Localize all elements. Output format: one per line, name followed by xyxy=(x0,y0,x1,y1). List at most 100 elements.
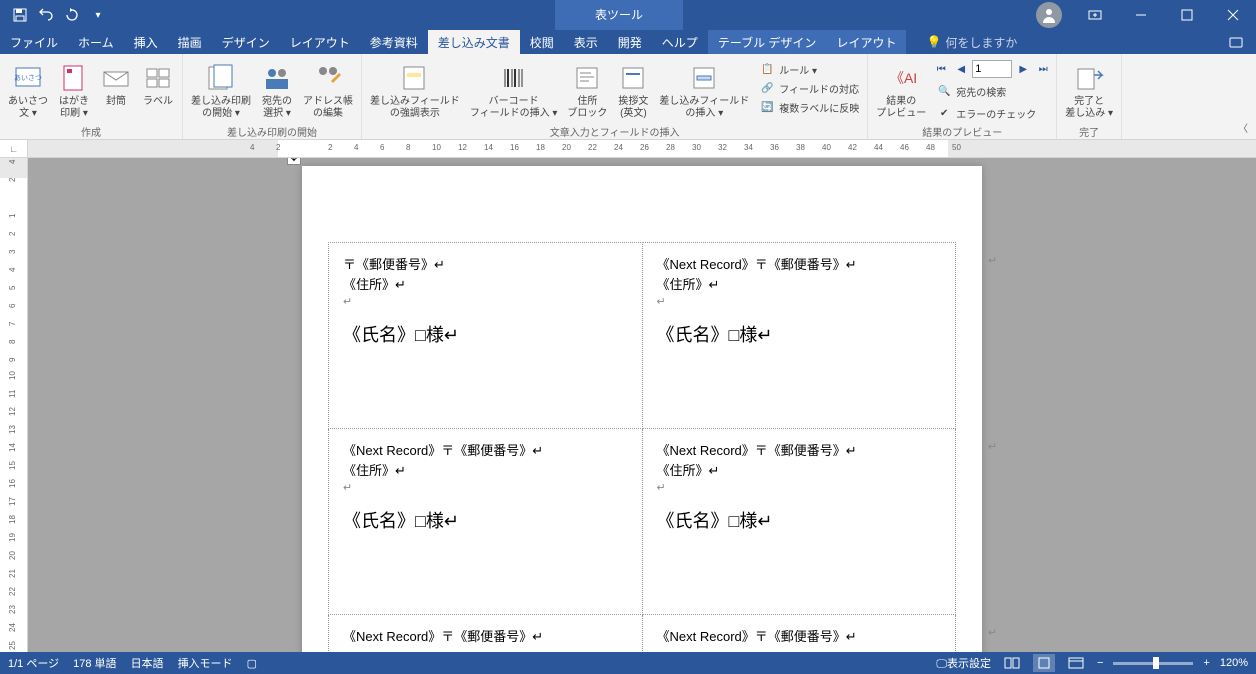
paragraph-mark: ↵ xyxy=(988,254,997,267)
tab-table-layout[interactable]: レイアウト xyxy=(826,30,906,54)
finish-merge-button[interactable]: 完了と 差し込み ▾ xyxy=(1061,60,1117,122)
record-number-input[interactable] xyxy=(972,60,1012,78)
group-label-preview: 結果のプレビュー xyxy=(872,122,1052,141)
maximize-button[interactable] xyxy=(1164,0,1210,30)
web-layout-button[interactable] xyxy=(1065,654,1087,672)
update-labels-button[interactable]: 🔄複数ラベルに反映 xyxy=(755,98,863,116)
zoom-in-button[interactable]: + xyxy=(1203,657,1209,669)
tab-review[interactable]: 校閲 xyxy=(520,30,564,54)
tab-layout[interactable]: レイアウト xyxy=(280,30,360,54)
tab-insert[interactable]: 挿入 xyxy=(124,30,168,54)
first-record-button[interactable]: ⏮ xyxy=(932,60,950,78)
tab-developer[interactable]: 開発 xyxy=(608,30,652,54)
insert-mode[interactable]: 挿入モード xyxy=(178,655,233,671)
workspace: 4212345678910111213141516171819202122232… xyxy=(0,158,1256,652)
finish-icon xyxy=(1073,62,1105,94)
label-cell[interactable]: 〒《郵便番号》↵ 《住所》↵ ↵ 《氏名》□様↵ xyxy=(329,243,643,429)
read-mode-button[interactable] xyxy=(1001,654,1023,672)
group-label-finish: 完了 xyxy=(1061,122,1117,141)
group-label-start: 差し込み印刷の開始 xyxy=(187,122,357,141)
barcode-field-button[interactable]: バーコード フィールドの挿入 ▾ xyxy=(466,60,562,122)
close-button[interactable] xyxy=(1210,0,1256,30)
ribbon-group-preview: 《ABC》結果の プレビュー ⏮ ◀ ▶ ⏭ 🔍宛先の検索 ✔エラーのチェック … xyxy=(868,54,1057,139)
tab-table-design[interactable]: テーブル デザイン xyxy=(708,30,827,54)
address-block-icon xyxy=(571,62,603,94)
tab-draw[interactable]: 描画 xyxy=(168,30,212,54)
tab-design[interactable]: デザイン xyxy=(212,30,280,54)
tab-mailings[interactable]: 差し込み文書 xyxy=(428,30,520,54)
prev-record-button[interactable]: ◀ xyxy=(952,60,970,78)
display-settings[interactable]: 🖵表示設定 xyxy=(936,655,991,671)
tab-references[interactable]: 参考資料 xyxy=(360,30,428,54)
print-layout-button[interactable] xyxy=(1033,654,1055,672)
ribbon-group-fields: 差し込みフィールド の強調表示 バーコード フィールドの挿入 ▾ 住所 ブロック… xyxy=(362,54,868,139)
titlebar: ▾ 文書 1 - Word 表ツール xyxy=(0,0,1256,30)
recipients-icon xyxy=(261,62,293,94)
horizontal-ruler[interactable]: 4224681012141618202224262830323436384042… xyxy=(28,140,1256,157)
start-merge-icon xyxy=(205,62,237,94)
label-icon xyxy=(142,62,174,94)
greeting-text-button[interactable]: あいさつあいさつ 文 ▾ xyxy=(4,60,52,122)
tell-me-search[interactable]: 💡 何をしますか xyxy=(926,34,1017,51)
user-avatar[interactable] xyxy=(1036,2,1062,28)
word-count[interactable]: 178 単語 xyxy=(73,655,116,671)
label-cell[interactable]: 《Next Record》〒《郵便番号》↵ 《住所》↵ ↵ 《氏名》□様↵ xyxy=(642,243,956,429)
find-recipient-button[interactable]: 🔍宛先の検索 xyxy=(932,82,1052,100)
zoom-out-button[interactable]: − xyxy=(1097,657,1103,669)
zoom-slider[interactable] xyxy=(1113,662,1193,665)
document-canvas[interactable]: ✥ 〒《郵便番号》↵ 《住所》↵ ↵ 《氏名》□様↵ 《Next Record》… xyxy=(28,158,1256,652)
select-recipients-button[interactable]: 宛先の 選択 ▾ xyxy=(257,60,297,122)
edit-recipients-button[interactable]: アドレス帳 の編集 xyxy=(299,60,357,122)
page-indicator[interactable]: 1/1 ページ xyxy=(8,655,59,671)
language-indicator[interactable]: 日本語 xyxy=(131,655,164,671)
lightbulb-icon: 💡 xyxy=(926,35,941,49)
match-icon: 🔗 xyxy=(759,80,775,96)
rules-button[interactable]: 📋ルール ▾ xyxy=(755,60,863,78)
label-cell[interactable]: 《Next Record》〒《郵便番号》↵ 《住所》↵ ↵ 《氏名》□様↵ xyxy=(642,429,956,615)
ribbon-display-button[interactable] xyxy=(1072,0,1118,30)
tab-file[interactable]: ファイル xyxy=(0,30,68,54)
address-block-button[interactable]: 住所 ブロック xyxy=(563,60,611,122)
envelope-icon xyxy=(100,62,132,94)
minimize-button[interactable] xyxy=(1118,0,1164,30)
qat-customize-button[interactable]: ▾ xyxy=(86,3,110,27)
envelope-button[interactable]: 封筒 xyxy=(96,60,136,110)
zoom-level[interactable]: 120% xyxy=(1220,657,1248,669)
start-merge-button[interactable]: 差し込み印刷 の開始 ▾ xyxy=(187,60,255,122)
next-record-button[interactable]: ▶ xyxy=(1014,60,1032,78)
label-cell[interactable]: 《Next Record》〒《郵便番号》↵ xyxy=(329,615,643,653)
insert-merge-field-button[interactable]: 差し込みフィールド の挿入 ▾ xyxy=(655,60,753,122)
ribbon: あいさつあいさつ 文 ▾ はがき 印刷 ▾ 封筒 ラベル 作成 差し込み印刷 の… xyxy=(0,54,1256,140)
record-navigation: ⏮ ◀ ▶ ⏭ xyxy=(932,60,1052,78)
svg-text:《ABC》: 《ABC》 xyxy=(890,70,916,86)
greeting-line-button[interactable]: 挨拶文 (英文) xyxy=(613,60,653,122)
tab-home[interactable]: ホーム xyxy=(68,30,124,54)
table-move-handle[interactable]: ✥ xyxy=(287,158,301,165)
menubar: ファイル ホーム 挿入 描画 デザイン レイアウト 参考資料 差し込み文書 校閲… xyxy=(0,30,1256,54)
collapse-ribbon-button[interactable]: 〈 xyxy=(1238,120,1248,135)
error-check-icon: ✔ xyxy=(936,105,952,121)
highlight-fields-button[interactable]: 差し込みフィールド の強調表示 xyxy=(366,60,464,122)
barcode-icon xyxy=(498,62,530,94)
share-button[interactable] xyxy=(1228,35,1244,49)
save-button[interactable] xyxy=(8,3,32,27)
tab-help[interactable]: ヘルプ xyxy=(652,30,708,54)
postcard-print-button[interactable]: はがき 印刷 ▾ xyxy=(54,60,94,122)
vertical-ruler[interactable]: 4212345678910111213141516171819202122232… xyxy=(0,158,28,652)
undo-button[interactable] xyxy=(34,3,58,27)
statusbar: 1/1 ページ 178 単語 日本語 挿入モード ▢ 🖵表示設定 − + 120… xyxy=(0,652,1256,674)
group-label-create: 作成 xyxy=(4,122,178,141)
check-errors-button[interactable]: ✔エラーのチェック xyxy=(932,104,1052,122)
window-controls xyxy=(1036,0,1256,30)
label-button[interactable]: ラベル xyxy=(138,60,178,110)
page: ✥ 〒《郵便番号》↵ 《住所》↵ ↵ 《氏名》□様↵ 《Next Record》… xyxy=(302,166,982,652)
ruler-corner[interactable]: ∟ xyxy=(0,140,28,157)
macro-recording-icon[interactable]: ▢ xyxy=(247,657,257,670)
last-record-button[interactable]: ⏭ xyxy=(1034,60,1052,78)
label-cell[interactable]: 《Next Record》〒《郵便番号》↵ 《住所》↵ ↵ 《氏名》□様↵ xyxy=(329,429,643,615)
label-cell[interactable]: 《Next Record》〒《郵便番号》↵ xyxy=(642,615,956,653)
redo-button[interactable] xyxy=(60,3,84,27)
match-fields-button[interactable]: 🔗フィールドの対応 xyxy=(755,79,863,97)
preview-results-button[interactable]: 《ABC》結果の プレビュー xyxy=(872,60,930,122)
tab-view[interactable]: 表示 xyxy=(564,30,608,54)
